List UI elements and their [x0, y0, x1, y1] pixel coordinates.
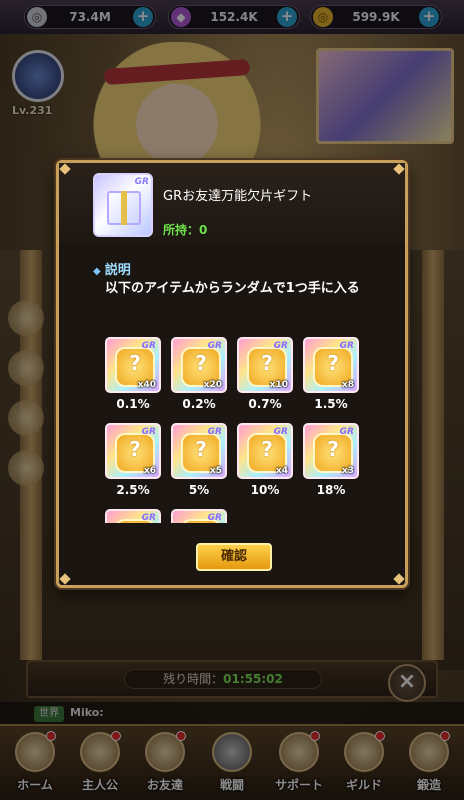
description-heading-text: 説明	[104, 263, 131, 278]
item-detail-dialog: GR GRお友達万能欠片ギフト 所持：0 ◆ 説明 以下のアイテムからランダムで1…	[56, 160, 408, 588]
confirm-button[interactable]: 確認	[196, 543, 272, 571]
gr-badge: GR	[339, 427, 354, 437]
gr-badge: GR	[207, 427, 222, 437]
reward-rate: 2.5%	[116, 483, 150, 497]
gr-badge: GR	[207, 341, 222, 351]
friend-shard-icon: ? GR x3	[303, 423, 359, 479]
gr-badge: GR	[273, 427, 288, 437]
gr-badge: GR	[134, 177, 149, 187]
reward-quantity: x6	[143, 466, 156, 476]
friend-shard-icon: ? GR x10	[237, 337, 293, 393]
corner-ornament	[59, 573, 71, 585]
reward-quantity: x5	[209, 466, 222, 476]
friend-shard-icon: ? GR x20	[171, 337, 227, 393]
gift-icon	[107, 191, 141, 225]
reward-rate: 0.2%	[182, 397, 216, 411]
description-text: 以下のアイテムからランダムで1つ手に入る	[105, 281, 360, 296]
reward-rate: 10%	[250, 483, 280, 497]
friend-shard-icon: ?GR	[171, 509, 227, 523]
friend-shard-icon: ? GR x40	[105, 337, 161, 393]
reward-item[interactable]: ?GR	[169, 509, 229, 523]
reward-item[interactable]: ? GR x10 0.7%	[235, 337, 295, 421]
friend-shard-icon: ? GR x5	[171, 423, 227, 479]
reward-quantity: x3	[341, 466, 354, 476]
reward-rate: 5%	[188, 483, 210, 497]
gr-badge: GR	[339, 341, 354, 351]
gift-box-icon: GR	[93, 173, 153, 237]
reward-item[interactable]: ? GR x20 0.2%	[169, 337, 229, 421]
owned-count: 所持：0	[163, 223, 208, 237]
reward-item[interactable]: ? GR x6 2.5%	[103, 423, 163, 507]
corner-ornament	[393, 573, 405, 585]
friend-shard-icon: ? GR x6	[105, 423, 161, 479]
reward-quantity: x40	[137, 380, 156, 390]
reward-quantity: x10	[269, 380, 288, 390]
reward-rate: 1.5%	[314, 397, 348, 411]
reward-quantity: x20	[203, 380, 222, 390]
reward-rate: 0.7%	[248, 397, 282, 411]
friend-shard-icon: ? GR x8	[303, 337, 359, 393]
reward-grid[interactable]: ? GR x40 0.1% ? GR x20 0.2% ? GR x10 0.7% ? GR x…	[103, 337, 373, 523]
reward-quantity: x4	[275, 466, 288, 476]
reward-item[interactable]: ?GR	[103, 509, 163, 523]
reward-item[interactable]: ? GR x4 10%	[235, 423, 295, 507]
gr-badge: GR	[207, 513, 222, 523]
gr-badge: GR	[141, 513, 156, 523]
friend-shard-icon: ?GR	[105, 509, 161, 523]
reward-rate: 18%	[316, 483, 346, 497]
gr-badge: GR	[141, 341, 156, 351]
friend-shard-icon: ? GR x4	[237, 423, 293, 479]
dialog-title: GRお友達万能欠片ギフト	[163, 189, 313, 204]
reward-item[interactable]: ? GR x5 5%	[169, 423, 229, 507]
reward-rate: 0.1%	[116, 397, 150, 411]
reward-item[interactable]: ? GR x8 1.5%	[301, 337, 361, 421]
gr-badge: GR	[141, 427, 156, 437]
reward-quantity: x8	[341, 380, 354, 390]
reward-item[interactable]: ? GR x40 0.1%	[103, 337, 163, 421]
gr-badge: GR	[273, 341, 288, 351]
diamond-bullet-icon: ◆	[93, 266, 101, 277]
description-heading: ◆ 説明	[93, 259, 131, 278]
reward-item[interactable]: ? GR x3 18%	[301, 423, 361, 507]
